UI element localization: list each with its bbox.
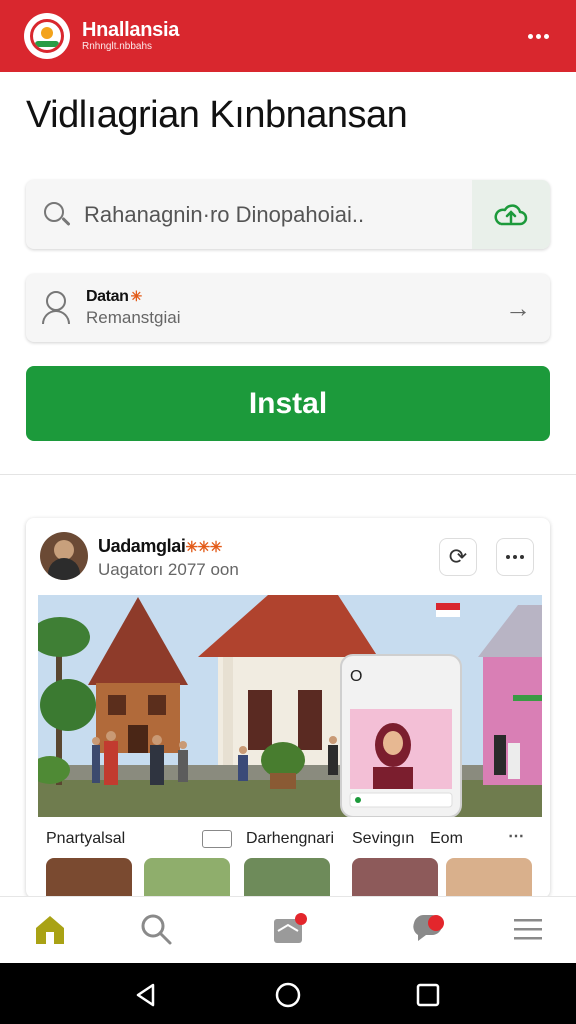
thumbnail-strip [26, 858, 550, 898]
cloud-upload-icon [494, 203, 528, 225]
account-subtitle: Remanstgiai [86, 308, 181, 327]
thumbnail[interactable] [244, 858, 330, 898]
village-photo: O [38, 595, 542, 817]
post-card: Uadamglai✳✳✳ Uagatorı 2077 oon ⟳ O Pnart… [26, 518, 550, 898]
more-dots-icon[interactable]: ⋯ [508, 826, 524, 846]
thumbnail[interactable] [46, 858, 132, 898]
app-logo[interactable] [24, 13, 70, 59]
refresh-icon[interactable]: ⟳ [439, 538, 477, 576]
more-horizontal-icon[interactable] [496, 538, 534, 576]
home-icon[interactable] [30, 909, 70, 949]
brand-title: Hnallansia [82, 19, 180, 41]
avatar[interactable] [40, 532, 88, 580]
cloud-upload-button[interactable] [472, 180, 550, 249]
account-text: Datan ✳ Remanstgiai [86, 288, 498, 328]
gallery-icon[interactable] [202, 830, 232, 848]
thumbnail[interactable] [446, 858, 532, 898]
search-bar[interactable]: Rahanagnin·ro Dinopahoiai.. [26, 180, 550, 249]
post-author-name: Uadamglai [98, 536, 186, 556]
arrow-right-icon[interactable]: → [498, 288, 538, 328]
account-title: Datan ✳ [86, 288, 498, 306]
caption-row: Pnartyalsal Darhengnari Sevingın Eom ⋯ [26, 826, 550, 856]
post-image[interactable]: O [38, 595, 542, 817]
recents-icon[interactable] [414, 981, 442, 1009]
home-circle-icon[interactable] [274, 981, 302, 1009]
post-author[interactable]: Uadamglai✳✳✳ [98, 536, 222, 557]
caption-1[interactable]: Pnartyalsal [46, 830, 125, 848]
brand-subtitle: Rnhnglt.nbbahs [82, 41, 153, 52]
phone-overlay-label: O [350, 668, 362, 685]
brand: Hnallansia Rnhnglt.nbbahs [82, 19, 179, 53]
thumbnail[interactable] [352, 858, 438, 898]
search-icon [42, 200, 72, 230]
system-navigation-bar [0, 963, 576, 1024]
emblem-icon [30, 19, 64, 53]
back-icon[interactable] [132, 981, 160, 1009]
caption-2[interactable]: Darhengnari [246, 830, 334, 848]
flower-badge-icon: ✳ [130, 288, 142, 304]
menu-icon[interactable] [508, 909, 548, 949]
account-row[interactable]: Datan ✳ Remanstgiai → [26, 274, 550, 342]
more-horizontal-icon[interactable] [524, 22, 552, 50]
user-icon [42, 291, 72, 325]
account-title-text: Datan [86, 288, 129, 305]
top-app-bar: Hnallansia Rnhnglt.nbbahs [0, 0, 576, 72]
flower-badges-icon: ✳✳✳ [185, 539, 222, 556]
inbox-icon[interactable] [268, 909, 308, 949]
post-header: Uadamglai✳✳✳ Uagatorı 2077 oon ⟳ [26, 518, 550, 594]
caption-4[interactable]: Eom [430, 830, 463, 848]
search-input[interactable]: Rahanagnin·ro Dinopahoiai.. [84, 202, 472, 228]
bottom-navigation [0, 896, 576, 963]
app-root: Hnallansia Rnhnglt.nbbahs Vidlıagrian Kı… [0, 0, 576, 1024]
install-button[interactable]: Instal [26, 366, 550, 441]
chat-icon[interactable] [408, 909, 448, 949]
page-title: Vidlıagrian Kınbnansan [26, 94, 408, 136]
search-icon[interactable] [136, 909, 176, 949]
post-meta: Uagatorı 2077 oon [98, 560, 239, 579]
thumbnail[interactable] [144, 858, 230, 898]
caption-3[interactable]: Sevingın [352, 830, 414, 848]
divider [0, 474, 576, 475]
